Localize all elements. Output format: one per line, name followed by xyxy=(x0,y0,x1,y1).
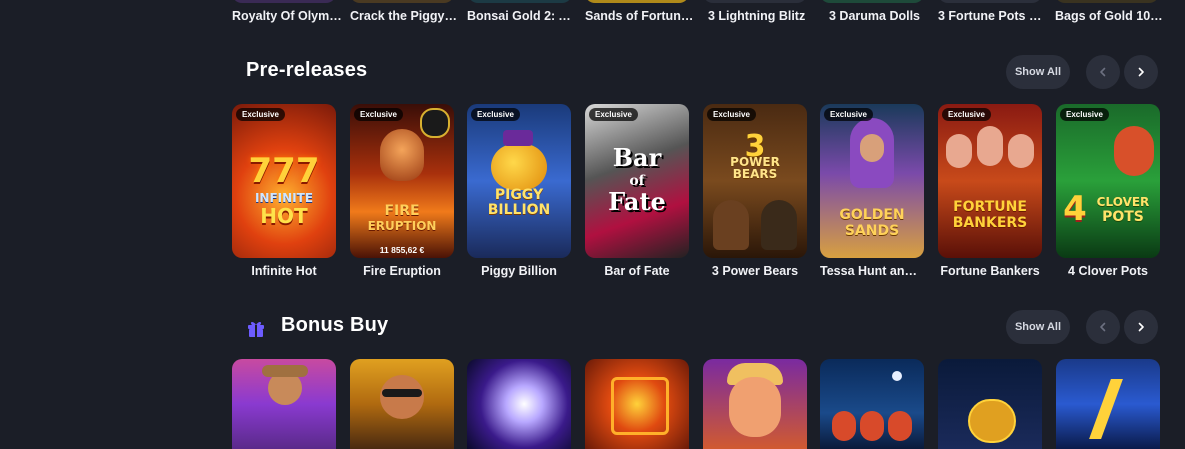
jackpot-amount: 11 855,62 € xyxy=(379,245,425,255)
game-title[interactable]: Bags of Gold 10… xyxy=(1055,9,1165,23)
game-thumbnail[interactable] xyxy=(820,0,924,3)
chevron-left-icon xyxy=(1100,67,1106,77)
game-title[interactable]: Sands of Fortun… xyxy=(585,9,695,23)
game-thumbnail[interactable] xyxy=(468,0,572,3)
game-thumbnail[interactable] xyxy=(703,359,807,449)
game-thumbnail[interactable] xyxy=(232,359,336,449)
exclusive-badge: Exclusive xyxy=(236,108,285,121)
game-thumbnail[interactable]: PIGGY BILLION Exclusive xyxy=(467,104,571,258)
game-title[interactable]: Bar of Fate xyxy=(585,264,689,278)
exclusive-badge: Exclusive xyxy=(589,108,638,121)
game-thumbnail[interactable] xyxy=(350,359,454,449)
exclusive-badge: Exclusive xyxy=(707,108,756,121)
previous-button[interactable] xyxy=(1086,310,1120,344)
game-title[interactable]: Royalty Of Olym… xyxy=(232,9,342,23)
game-thumbnail[interactable]: FORTUNE BANKERS Exclusive xyxy=(938,104,1042,258)
game-card-4-clover-pots[interactable]: 4 CLOVER POTS Exclusive 4 Clover Pots xyxy=(1056,104,1160,278)
game-card-fortune-bankers[interactable]: FORTUNE BANKERS Exclusive Fortune Banker… xyxy=(938,104,1042,278)
next-button[interactable] xyxy=(1124,55,1158,89)
exclusive-badge: Exclusive xyxy=(471,108,520,121)
game-title[interactable]: Fortune Bankers xyxy=(938,264,1042,278)
game-thumbnail[interactable] xyxy=(1056,359,1160,449)
exclusive-badge: Exclusive xyxy=(354,108,403,121)
game-thumbnail[interactable] xyxy=(703,0,807,3)
game-thumbnail[interactable]: FIRE ERUPTION Exclusive 11 855,62 € xyxy=(350,104,454,258)
show-all-button[interactable]: Show All xyxy=(1006,55,1070,89)
previous-section-row: Royalty Of Olym… Crack the Piggy … Bonsa… xyxy=(232,0,1163,30)
section-title: Bonus Buy xyxy=(281,314,389,336)
chevron-right-icon xyxy=(1138,322,1144,332)
drop-hunt-icon xyxy=(420,108,450,138)
next-button[interactable] xyxy=(1124,310,1158,344)
game-thumbnail[interactable] xyxy=(938,359,1042,449)
game-card-fire-eruption[interactable]: FIRE ERUPTION Exclusive 11 855,62 € Fire… xyxy=(350,104,454,278)
game-thumbnail[interactable] xyxy=(232,0,336,3)
bonus-buy-header: Bonus Buy Show All xyxy=(232,310,1160,346)
game-card-bar-of-fate[interactable]: Bar of Fate Exclusive Bar of Fate xyxy=(585,104,689,278)
show-all-button[interactable]: Show All xyxy=(1006,310,1070,344)
exclusive-badge: Exclusive xyxy=(824,108,873,121)
game-thumbnail[interactable] xyxy=(820,359,924,449)
game-title[interactable]: Fire Eruption xyxy=(350,264,454,278)
game-thumbnail[interactable] xyxy=(350,0,454,3)
game-title[interactable]: Infinite Hot xyxy=(232,264,336,278)
game-thumbnail[interactable] xyxy=(585,359,689,449)
game-card-infinite-hot[interactable]: 777 INFINITE HOT Exclusive Infinite Hot xyxy=(232,104,336,278)
game-title[interactable]: 3 Fortune Pots H… xyxy=(938,9,1048,23)
game-title[interactable]: 3 Power Bears xyxy=(703,264,807,278)
exclusive-badge: Exclusive xyxy=(942,108,991,121)
game-thumbnail[interactable]: 4 CLOVER POTS Exclusive xyxy=(1056,104,1160,258)
game-title[interactable]: Crack the Piggy … xyxy=(350,9,460,23)
game-title[interactable]: Tessa Hunt and … xyxy=(820,264,924,278)
chevron-right-icon xyxy=(1138,67,1144,77)
main-content: Royalty Of Olym… Crack the Piggy … Bonsa… xyxy=(232,0,1163,449)
section-title: Pre-releases xyxy=(246,59,368,81)
game-card-3-power-bears[interactable]: 3 POWER BEARS Exclusive 3 Power Bears xyxy=(703,104,807,278)
game-card-tessa-hunt[interactable]: GOLDEN SANDS Exclusive Tessa Hunt and … xyxy=(820,104,924,278)
game-thumbnail[interactable]: 777 INFINITE HOT Exclusive xyxy=(232,104,336,258)
game-thumbnail[interactable] xyxy=(1055,0,1159,3)
game-title[interactable]: 3 Lightning Blitz xyxy=(708,9,818,23)
gift-icon xyxy=(248,321,264,337)
game-title[interactable]: 3 Daruma Dolls xyxy=(829,9,939,23)
game-title[interactable]: Bonsai Gold 2: A… xyxy=(467,9,577,23)
pre-releases-header: Pre-releases Show All xyxy=(232,55,1160,91)
game-thumbnail[interactable]: GOLDEN SANDS Exclusive xyxy=(820,104,924,258)
game-thumbnail[interactable] xyxy=(467,359,571,449)
chevron-left-icon xyxy=(1100,322,1106,332)
game-thumbnail[interactable] xyxy=(585,0,689,3)
game-thumbnail[interactable] xyxy=(938,0,1042,3)
game-card-piggy-billion[interactable]: PIGGY BILLION Exclusive Piggy Billion xyxy=(467,104,571,278)
previous-button[interactable] xyxy=(1086,55,1120,89)
exclusive-badge: Exclusive xyxy=(1060,108,1109,121)
game-thumbnail[interactable]: Bar of Fate Exclusive xyxy=(585,104,689,258)
game-title[interactable]: 4 Clover Pots xyxy=(1056,264,1160,278)
game-title[interactable]: Piggy Billion xyxy=(467,264,571,278)
game-thumbnail[interactable]: 3 POWER BEARS Exclusive xyxy=(703,104,807,258)
